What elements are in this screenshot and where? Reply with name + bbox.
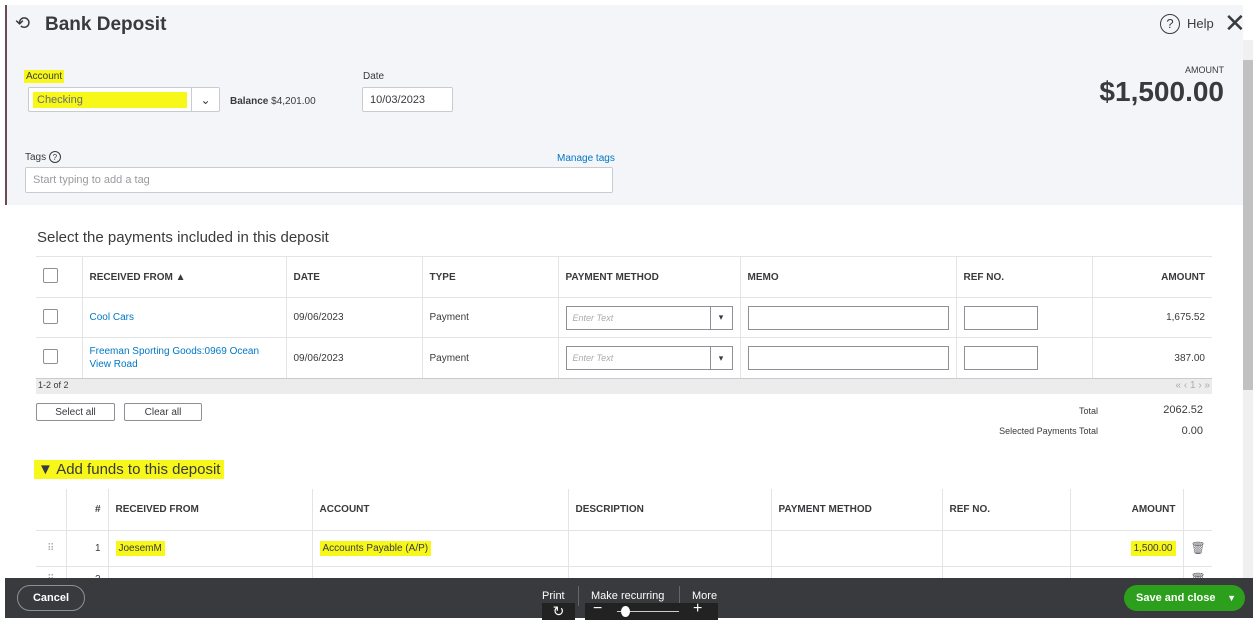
col-received-from[interactable]: RECEIVED FROM ▲ [82, 256, 287, 298]
cancel-button[interactable]: Cancel [17, 585, 85, 611]
ref-no-input[interactable] [963, 305, 1038, 330]
date-cell: 09/06/2023 [286, 297, 423, 338]
ref-no-input[interactable] [963, 346, 1038, 371]
memo-input[interactable] [747, 346, 949, 371]
balance-value: $4,201.00 [271, 96, 316, 107]
account-select[interactable]: Checking ⌄ [28, 87, 220, 112]
col-ref-no: REF NO. [956, 256, 1093, 298]
select-all-checkbox[interactable] [43, 268, 58, 283]
date-cell: 09/06/2023 [286, 337, 423, 379]
memo-input[interactable] [747, 305, 949, 330]
pagination[interactable]: « ‹ 1 › » [1140, 380, 1210, 391]
balance: Balance $4,201.00 [230, 96, 316, 107]
type-cell: Payment [422, 337, 559, 379]
print-button[interactable]: Print [542, 590, 565, 602]
line-number: 1 [66, 529, 109, 566]
account-value: Checking [33, 91, 187, 108]
trash-icon[interactable]: 🗑 [1183, 529, 1212, 566]
page-title: Bank Deposit [45, 14, 167, 35]
help-icon[interactable]: ? [48, 151, 61, 163]
tags-input[interactable]: Start typing to add a tag [25, 167, 613, 193]
col-payment-method: PAYMENT METHOD [771, 489, 943, 530]
col-type[interactable]: TYPE [422, 256, 559, 298]
row-checkbox[interactable] [43, 308, 58, 324]
balance-label: Balance [230, 96, 269, 107]
payment-method-cell[interactable] [771, 529, 943, 566]
amount-cell: 387.00 [1092, 337, 1212, 379]
refresh-icon[interactable]: ↻ [542, 603, 575, 620]
ref-no-cell[interactable] [942, 529, 1071, 566]
col-ref-no: REF NO. [942, 489, 1071, 530]
amount-cell[interactable]: 1,500.00 [1130, 540, 1176, 556]
received-from-link[interactable]: Cool Cars [82, 297, 287, 338]
help-icon[interactable]: ? [1160, 14, 1180, 34]
page-range: 1-2 of 2 [38, 380, 69, 390]
select-all-button[interactable]: Select all [36, 403, 115, 421]
col-amount[interactable]: AMOUNT [1092, 257, 1212, 298]
col-received-from: RECEIVED FROM [108, 489, 313, 530]
table-header: # RECEIVED FROM ACCOUNT DESCRIPTION PAYM… [36, 489, 1212, 530]
payments-table: RECEIVED FROM ▲ DATE TYPE PAYMENT METHOD… [36, 256, 1212, 379]
funds-table: # RECEIVED FROM ACCOUNT DESCRIPTION PAYM… [36, 489, 1212, 592]
account-cell[interactable]: Accounts Payable (A/P) [319, 540, 432, 556]
total-value: 2062.52 [1163, 404, 1203, 416]
slider-handle[interactable] [621, 606, 630, 617]
caret-down-icon: ▼ [38, 461, 53, 478]
zoom-out-icon[interactable]: − [593, 600, 602, 618]
selected-total-label: Selected Payments Total [999, 426, 1098, 436]
account-label: Account [24, 70, 65, 83]
col-date[interactable]: DATE [286, 256, 423, 298]
amount-label: AMOUNT [1185, 65, 1224, 75]
tags-label-text: Tags [25, 152, 47, 163]
drag-handle-icon[interactable]: ⠿ [36, 529, 67, 566]
chevron-down-icon[interactable]: ⌄ [191, 88, 219, 111]
caret-down-icon[interactable]: ▼ [1227, 593, 1245, 603]
footer-bar: Cancel Print Make recurring More ↻ − + S… [5, 578, 1253, 620]
zoom-slider[interactable]: − + [585, 600, 718, 620]
received-from-link[interactable]: Freeman Sporting Goods:0969 Ocean View R… [82, 337, 287, 379]
col-account: ACCOUNT [312, 489, 569, 530]
clear-all-button[interactable]: Clear all [124, 403, 202, 421]
table-row: Freeman Sporting Goods:0969 Ocean View R… [36, 337, 1212, 379]
save-and-close-button[interactable]: Save and close ▼ [1124, 585, 1245, 611]
scrollbar-thumb[interactable] [1243, 60, 1253, 390]
caret-down-icon: ▾ [709, 347, 732, 370]
date-field[interactable]: 10/03/2023 [362, 87, 453, 112]
tags-label: Tags ? [25, 151, 61, 163]
col-memo: MEMO [740, 256, 957, 298]
save-label[interactable]: Save and close [1124, 592, 1227, 604]
add-funds-toggle[interactable]: ▼ Add funds to this deposit [34, 460, 225, 479]
table-row[interactable]: ⠿ 1 JoesemM Accounts Payable (A/P) 1,500… [36, 529, 1212, 566]
description-cell[interactable] [568, 529, 772, 566]
payments-title: Select the payments included in this dep… [37, 229, 329, 246]
method-placeholder: Enter Text [572, 353, 614, 364]
col-description: DESCRIPTION [568, 489, 772, 530]
date-label: Date [363, 71, 385, 82]
table-header: RECEIVED FROM ▲ DATE TYPE PAYMENT METHOD… [36, 256, 1212, 298]
selected-total-value: 0.00 [1181, 425, 1203, 437]
table-row: Cool Cars 09/06/2023 Payment Enter Text ▾… [36, 297, 1212, 338]
deposit-icon: ⟲ [15, 13, 31, 33]
received-from-cell[interactable]: JoesemM [115, 540, 165, 556]
row-checkbox[interactable] [43, 349, 58, 365]
manage-tags-link[interactable]: Manage tags [557, 153, 615, 164]
amount-cell: 1,675.52 [1092, 297, 1212, 338]
table-footer [36, 378, 1212, 394]
caret-down-icon: ▾ [709, 306, 732, 329]
total-label: Total [1078, 406, 1098, 416]
col-payment-method: PAYMENT METHOD [558, 256, 741, 298]
help-link[interactable]: Help [1187, 16, 1214, 31]
zoom-in-icon[interactable]: + [693, 600, 702, 618]
add-funds-title: Add funds to this deposit [56, 461, 221, 478]
close-icon[interactable]: ✕ [1224, 8, 1246, 38]
col-amount: AMOUNT [1070, 489, 1184, 530]
payment-method-select[interactable]: Enter Text ▾ [565, 346, 733, 371]
payment-method-select[interactable]: Enter Text ▾ [565, 305, 733, 330]
scrollbar[interactable] [1243, 40, 1253, 578]
col-number: # [66, 489, 109, 530]
type-cell: Payment [422, 297, 559, 338]
amount-total: $1,500.00 [1099, 76, 1224, 107]
method-placeholder: Enter Text [572, 312, 614, 323]
